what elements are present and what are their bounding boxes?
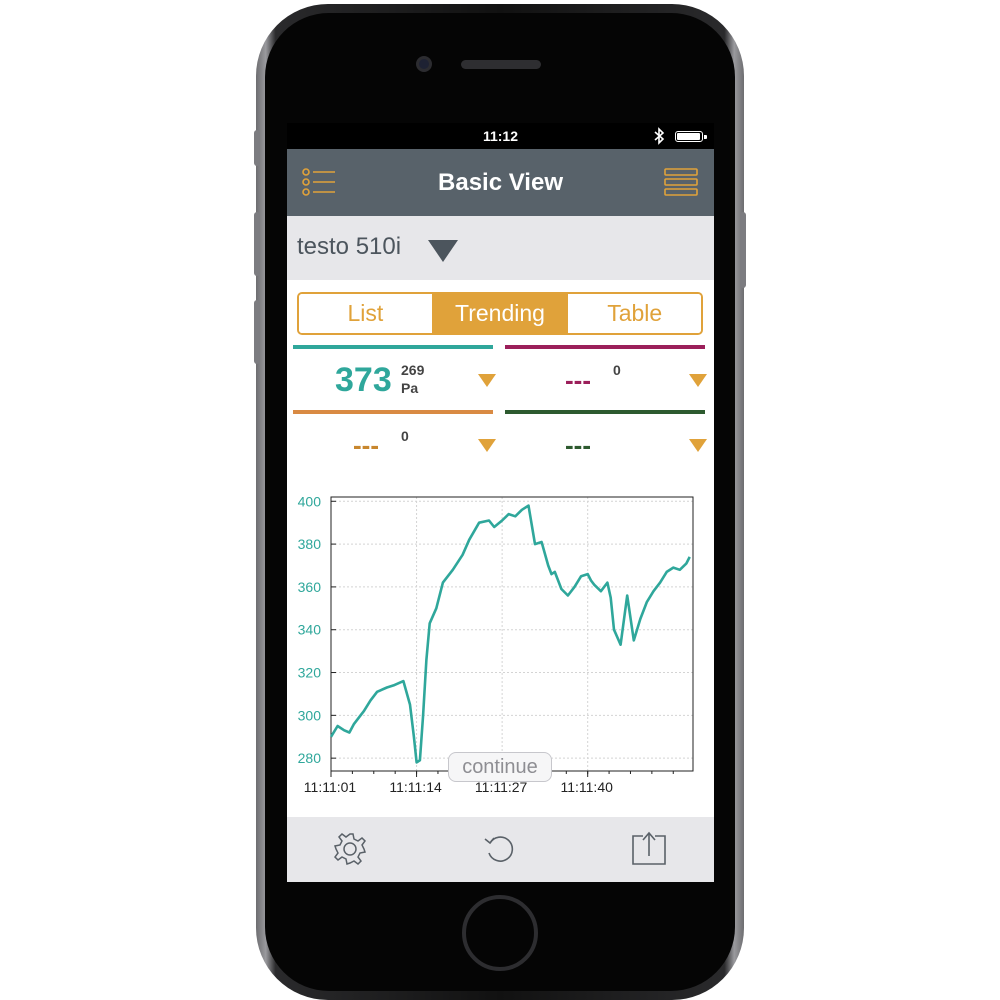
tab-list[interactable]: List xyxy=(299,294,432,333)
volume-up-button xyxy=(254,212,260,276)
y-tick-label: 400 xyxy=(298,493,322,509)
channel-4-color-bar xyxy=(505,410,705,414)
battery-icon xyxy=(675,131,707,142)
status-time: 11:12 xyxy=(482,128,519,144)
channel-3-color-bar xyxy=(293,410,493,414)
channel-2-value: --- xyxy=(565,365,591,395)
y-tick-label: 360 xyxy=(298,579,322,595)
channel-1-color-bar xyxy=(293,345,493,349)
navigation-bar: Basic View xyxy=(287,149,714,216)
channel-3-value: --- xyxy=(353,430,379,460)
menu-icon[interactable] xyxy=(663,167,699,197)
channel-3-sub-value: 0 xyxy=(401,428,409,444)
refresh-icon[interactable] xyxy=(482,831,518,867)
x-tick-label: 11:11:01 xyxy=(304,779,357,795)
volume-down-button xyxy=(254,300,260,364)
stage: 11:12 Basic View testo 510i List Trendin… xyxy=(0,0,1000,1000)
tab-table[interactable]: Table xyxy=(566,294,701,333)
app-screen: 11:12 Basic View testo 510i List Trendin… xyxy=(287,123,714,882)
channel-1-sub-value: 269 xyxy=(401,362,425,378)
home-button[interactable] xyxy=(462,895,538,971)
power-button xyxy=(740,212,746,288)
gear-icon[interactable] xyxy=(332,831,368,867)
status-bar: 11:12 xyxy=(287,123,714,149)
channel-4: --- xyxy=(505,410,707,472)
channel-2-dropdown-icon[interactable] xyxy=(689,374,707,387)
page-title: Basic View xyxy=(438,169,563,196)
channel-3-dropdown-icon[interactable] xyxy=(478,439,496,452)
y-tick-label: 380 xyxy=(298,536,322,552)
device-name: testo 510i xyxy=(297,233,402,260)
share-icon[interactable] xyxy=(631,829,667,867)
tab-trending[interactable]: Trending xyxy=(431,294,567,333)
bluetooth-icon xyxy=(654,127,665,145)
channel-1-unit: Pa xyxy=(401,380,419,396)
channel-3: --- 0 xyxy=(293,410,496,472)
channel-2: --- 0 xyxy=(505,345,707,407)
y-tick-label: 280 xyxy=(298,750,322,766)
triangle-down-icon xyxy=(428,240,458,262)
bottom-toolbar xyxy=(287,817,714,882)
y-tick-label: 320 xyxy=(298,665,322,681)
channel-4-value: --- xyxy=(565,430,591,460)
y-tick-label: 340 xyxy=(298,622,322,638)
channel-1-value: 373 xyxy=(335,361,392,399)
front-camera xyxy=(416,56,432,72)
y-tick-label: 300 xyxy=(298,707,322,723)
channel-1-dropdown-icon[interactable] xyxy=(478,374,496,387)
channel-4-dropdown-icon[interactable] xyxy=(689,439,707,452)
channel-1: 373 269 Pa xyxy=(293,345,496,407)
silent-switch xyxy=(254,130,260,166)
view-segmented-control: List Trending Table xyxy=(297,292,703,335)
device-selector[interactable]: testo 510i xyxy=(287,216,714,280)
channel-2-sub-value: 0 xyxy=(613,362,621,378)
channel-2-color-bar xyxy=(505,345,705,349)
plot-frame xyxy=(330,496,694,772)
continue-button[interactable]: continue xyxy=(448,752,552,782)
earpiece-speaker xyxy=(461,60,541,69)
x-tick-label: 11:11:14 xyxy=(389,779,442,795)
x-tick-label: 11:11:40 xyxy=(560,779,613,795)
